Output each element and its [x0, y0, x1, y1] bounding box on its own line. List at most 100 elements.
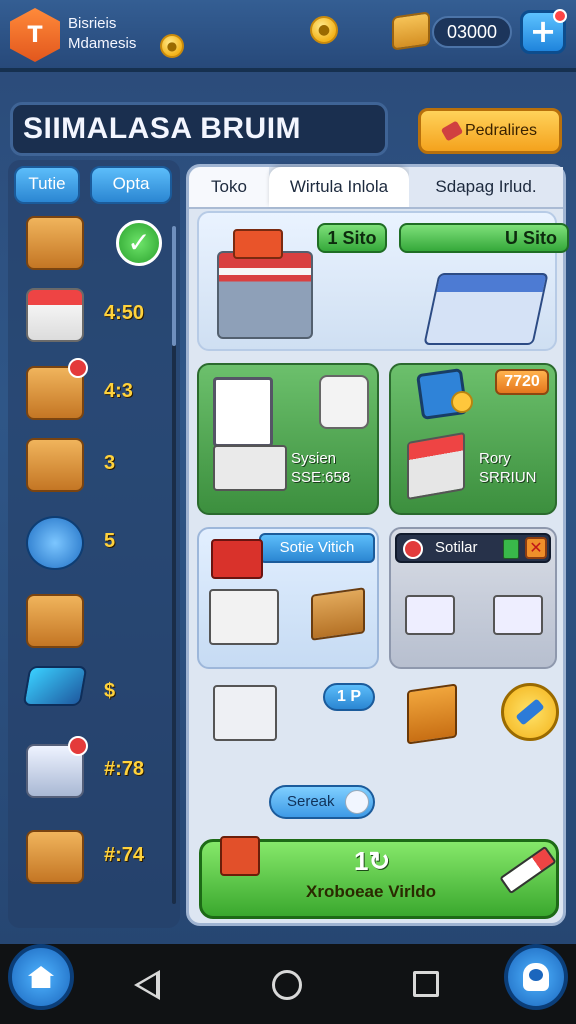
register-icon — [26, 594, 84, 648]
brand-line-1: Bisrieis — [68, 15, 117, 32]
market-stall-icon — [26, 288, 84, 342]
sun-icon — [451, 391, 473, 413]
shop-card-rory[interactable]: 7720 Rory SRRIUN — [389, 363, 557, 515]
currency-counter: 03000 — [432, 16, 512, 48]
battery-icon — [503, 539, 519, 559]
search-label: Sereak — [287, 793, 335, 810]
sidebar-item-value: 4:3 — [104, 380, 133, 402]
cart-icon — [493, 595, 543, 635]
buy-store-button[interactable]: U Sito — [399, 223, 569, 253]
home-nav-icon[interactable] — [272, 970, 302, 1000]
close-icon[interactable]: ✕ — [525, 537, 547, 559]
cardboard-box-icon — [311, 587, 365, 641]
sidebar-item-wallet[interactable]: ✓ — [20, 210, 170, 280]
tools-icon — [440, 120, 464, 142]
sidebar-item-vending[interactable]: #:78 — [20, 736, 170, 808]
shop-tabs: Toko Wirtula Inlola Sdapag Irlud. — [189, 167, 563, 209]
shop-card-stall[interactable]: 1 Sito U Sito — [197, 211, 569, 351]
top-bar: T Bisrieis Mdamesis ● ● 03000 + — [0, 0, 576, 72]
alert-badge — [68, 736, 88, 756]
grocery-cart-icon — [209, 589, 279, 645]
cart-icon — [405, 595, 455, 635]
rory-card-label: Rory SRRIUN — [479, 449, 537, 487]
rory-card-title: Rory — [479, 450, 511, 467]
sidebar-tab-tutie[interactable]: Tutie — [14, 166, 80, 204]
home-button[interactable] — [8, 944, 74, 1010]
cta-subtitle: Xroboeae Virldo — [306, 882, 437, 901]
one-p-button[interactable]: 1 P — [323, 683, 375, 711]
coin-icon: ● — [160, 34, 184, 58]
boost-button[interactable] — [501, 683, 559, 741]
sidebar-item-value: #:74 — [104, 844, 145, 866]
tab-toko[interactable]: Toko — [189, 167, 269, 207]
sidebar-item-crate[interactable]: 4:3 — [20, 358, 170, 430]
sidebar-item-value: 3 — [104, 452, 116, 474]
sidebar-item-package[interactable]: #:74 — [20, 824, 170, 894]
brand-line-2: Mdamesis — [68, 35, 137, 52]
add-currency-button[interactable]: + — [520, 9, 567, 54]
profile-button[interactable] — [504, 944, 568, 1010]
shopping-bag-icon — [319, 375, 369, 429]
profile-header-label: Pedralires — [464, 122, 538, 139]
sidebar-item-value: 4:50 — [104, 302, 145, 324]
gold-coin-icon: ● — [310, 16, 338, 44]
system-card-code: SSE:658 — [291, 469, 351, 486]
home-icon — [28, 966, 54, 988]
recents-nav-icon[interactable] — [413, 971, 439, 997]
shopping-cart-icon[interactable] — [213, 685, 277, 741]
sidebar-tab-opta[interactable]: Opta — [90, 166, 172, 204]
build-cta-button[interactable]: 1↻ Xroboeae Virldo — [199, 836, 559, 919]
shop-card-sotie[interactable]: Sotie Vitich — [197, 527, 379, 669]
sidebar-scroll-thumb[interactable] — [172, 226, 176, 346]
back-nav-icon-inner — [139, 975, 156, 995]
lightning-icon — [515, 698, 545, 726]
tablet-icon — [22, 666, 88, 706]
sidebar-scrollbar[interactable] — [172, 226, 176, 904]
search-toggle[interactable]: Sereak — [269, 785, 375, 819]
sidebar-item-value: #:78 — [104, 758, 145, 780]
sidebar-item-market-stall[interactable]: 4:50 — [20, 282, 170, 352]
toggle-knob — [345, 790, 369, 814]
package-icon — [26, 830, 84, 884]
sale-sign-icon — [211, 539, 263, 579]
notification-dot — [553, 9, 567, 23]
page-title: SIIMALASA BRUIM — [10, 102, 388, 156]
produce-cart-icon — [213, 445, 287, 491]
no-entry-icon — [403, 539, 423, 559]
sidebar-item-phone[interactable]: 5 — [20, 510, 170, 580]
sotilar-card-title: Sotilar — [435, 539, 478, 556]
person-icon — [523, 963, 549, 991]
alert-badge — [68, 358, 88, 378]
sidebar-item-register[interactable] — [20, 588, 170, 658]
shop-card-system[interactable]: Sysien SSE:658 — [197, 363, 379, 515]
price-badge: 7720 — [495, 369, 549, 395]
profile-header-button[interactable]: Pedralires — [418, 108, 562, 154]
menu-board-icon — [213, 377, 273, 447]
buy-stall-button[interactable]: 1 Sito — [317, 223, 387, 253]
cabinet-icon[interactable] — [407, 683, 457, 745]
sotie-card-header: Sotie Vitich — [259, 533, 375, 563]
system-card-label: Sysien SSE:658 — [291, 449, 350, 487]
brand-name: Bisrieis Mdamesis — [68, 14, 136, 54]
shop-panel: Toko Wirtula Inlola Sdapag Irlud. 1 Sito… — [186, 164, 569, 926]
box-icon — [26, 438, 84, 492]
wallet-icon — [26, 216, 84, 270]
app-logo: T — [10, 8, 60, 62]
tab-wirtula-inlola[interactable]: Wirtula Inlola — [269, 167, 409, 207]
signboard-icon — [220, 836, 260, 876]
gold-bar-icon — [392, 11, 430, 51]
checkmark-icon: ✓ — [116, 220, 162, 266]
sidebar-item-value: 5 — [104, 530, 116, 552]
market-stall-illustration — [217, 251, 313, 339]
kiosk-icon — [407, 431, 465, 501]
cta-title: 1↻ — [354, 846, 391, 876]
sidebar-item-tablet[interactable]: $ — [20, 660, 170, 730]
sidebar-item-value: $ — [104, 680, 116, 702]
shop-card-sotilar[interactable]: Sotilar ✕ — [389, 527, 557, 669]
sotilar-card-header: Sotilar ✕ — [395, 533, 551, 563]
phone-icon — [26, 516, 84, 570]
tab-sdapag-irlud[interactable]: Sdapag Irlud. — [409, 167, 563, 207]
stall-sign-icon — [233, 229, 283, 259]
store-building-illustration — [423, 273, 549, 345]
sidebar-item-box[interactable]: 3 — [20, 432, 170, 502]
